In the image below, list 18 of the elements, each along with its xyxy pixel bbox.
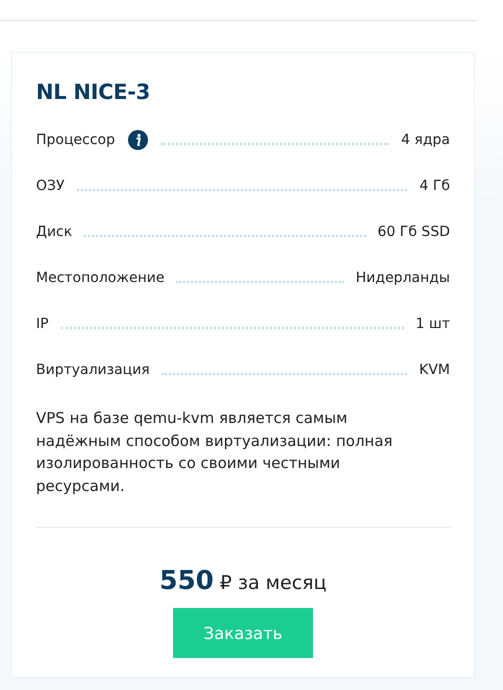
spec-value: 60 Гб SSD bbox=[378, 224, 450, 240]
spec-label: Виртуализация bbox=[36, 362, 150, 378]
order-button[interactable]: Заказать bbox=[173, 608, 313, 658]
spec-label: Местоположение bbox=[36, 270, 164, 286]
spec-value: Нидерланды bbox=[356, 270, 450, 286]
spec-value: 4 Гб bbox=[419, 178, 450, 194]
spec-label: Диск bbox=[36, 224, 72, 240]
spec-value: 4 ядра bbox=[401, 132, 450, 148]
price-amount: 550 bbox=[159, 566, 214, 596]
spec-label: IP bbox=[36, 316, 49, 332]
spec-label: Процессор bbox=[36, 132, 115, 148]
plan-description: VPS на базе qemu-kvm является самым надёжным способом виртуализации: полная изолированность со своими честными ресурсами. bbox=[36, 408, 394, 496]
spec-label: ОЗУ bbox=[36, 178, 65, 194]
spec-value: KVM bbox=[419, 362, 450, 378]
plan-title: NL NICE-3 bbox=[36, 79, 152, 106]
price-period: ₽ за месяц bbox=[220, 572, 327, 594]
info-icon[interactable] bbox=[126, 129, 149, 151]
spec-value: 1 шт bbox=[416, 316, 450, 332]
